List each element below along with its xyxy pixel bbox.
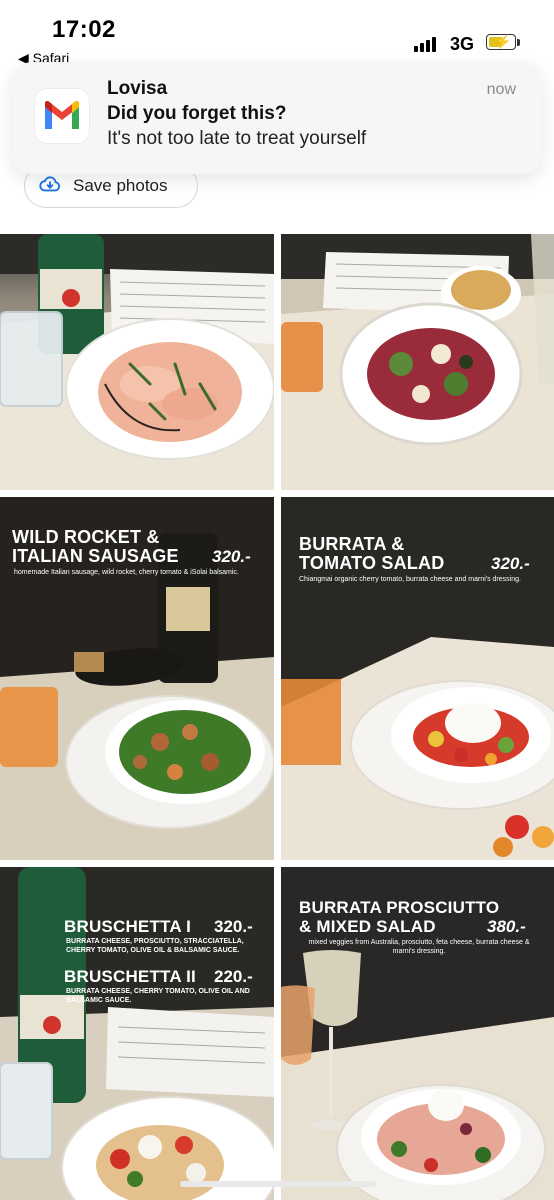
dish-price-b: 220.- <box>214 967 253 986</box>
save-photos-label: Save photos <box>73 176 168 195</box>
notification-body: It's not too late to treat yourself <box>107 128 367 149</box>
dish-title-a: BRUSCHETTA I <box>64 917 192 936</box>
dish-title-line1: BURRATA & <box>299 534 405 554</box>
cloud-download-icon <box>39 173 61 200</box>
photo-carpaccio[interactable] <box>0 234 274 490</box>
dish-price: 320.- <box>212 547 251 566</box>
notification-subject: Did you forget this? <box>107 103 287 124</box>
network-type: 3G <box>450 34 475 54</box>
status-time: 17:02 <box>52 16 116 43</box>
photo-grid: WILD ROCKET & ITALIAN SAUSAGE 320.- home… <box>0 232 554 1200</box>
dish-title-line1: WILD ROCKET & <box>12 527 160 547</box>
dish-title-line1: BURRATA PROSCIUTTO <box>299 898 500 917</box>
gmail-icon <box>34 88 90 144</box>
dish-description-b: BURRATA CHEESE, CHERRY TOMATO, OLIVE OIL… <box>66 988 250 1004</box>
dish-price-a: 320.- <box>214 917 253 936</box>
menu-card-bruschetta[interactable]: BRUSCHETTA I 320.- BURRATA CHEESE, PROSC… <box>0 867 274 1200</box>
dish-title-line2: TOMATO SALAD <box>299 553 445 573</box>
dish-title-line2: & MIXED SALAD <box>299 917 436 936</box>
dish-description-a: BURRATA CHEESE, PROSCIUTTO, STRACCIATELL… <box>66 938 244 954</box>
gmail-notification-banner[interactable]: Lovisa now Did you forget this? It's not… <box>12 62 542 174</box>
dish-description: mixed veggies from Australia, prosciutto… <box>308 939 530 955</box>
photo-salad[interactable] <box>281 234 554 490</box>
dish-price: 380.- <box>487 917 526 936</box>
status-bar: 17:02 ◀ Safari 3G ⚡ <box>0 0 554 66</box>
dish-title-b: BRUSCHETTA II <box>64 967 196 986</box>
notification-time: now <box>486 81 516 98</box>
menu-card-burrata-prosciutto[interactable]: BURRATA PROSCIUTTO & MIXED SALAD 380.- m… <box>281 867 554 1200</box>
dish-description: Chiangmai organic cherry tomato, burrata… <box>299 576 521 583</box>
menu-card-wild-rocket[interactable]: WILD ROCKET & ITALIAN SAUSAGE 320.- home… <box>0 497 274 860</box>
dish-title-line2: ITALIAN SAUSAGE <box>12 546 179 566</box>
menu-card-burrata-tomato[interactable]: BURRATA & TOMATO SALAD 320.- Chiangmai o… <box>281 497 554 860</box>
battery-icon: ⚡ <box>486 34 520 52</box>
notification-sender: Lovisa <box>107 78 168 99</box>
dish-price: 320.- <box>491 554 530 573</box>
home-indicator[interactable] <box>180 1181 376 1187</box>
cellular-signal-icon <box>414 36 442 52</box>
dish-description: homemade Italian sausage, wild rocket, c… <box>14 569 239 576</box>
